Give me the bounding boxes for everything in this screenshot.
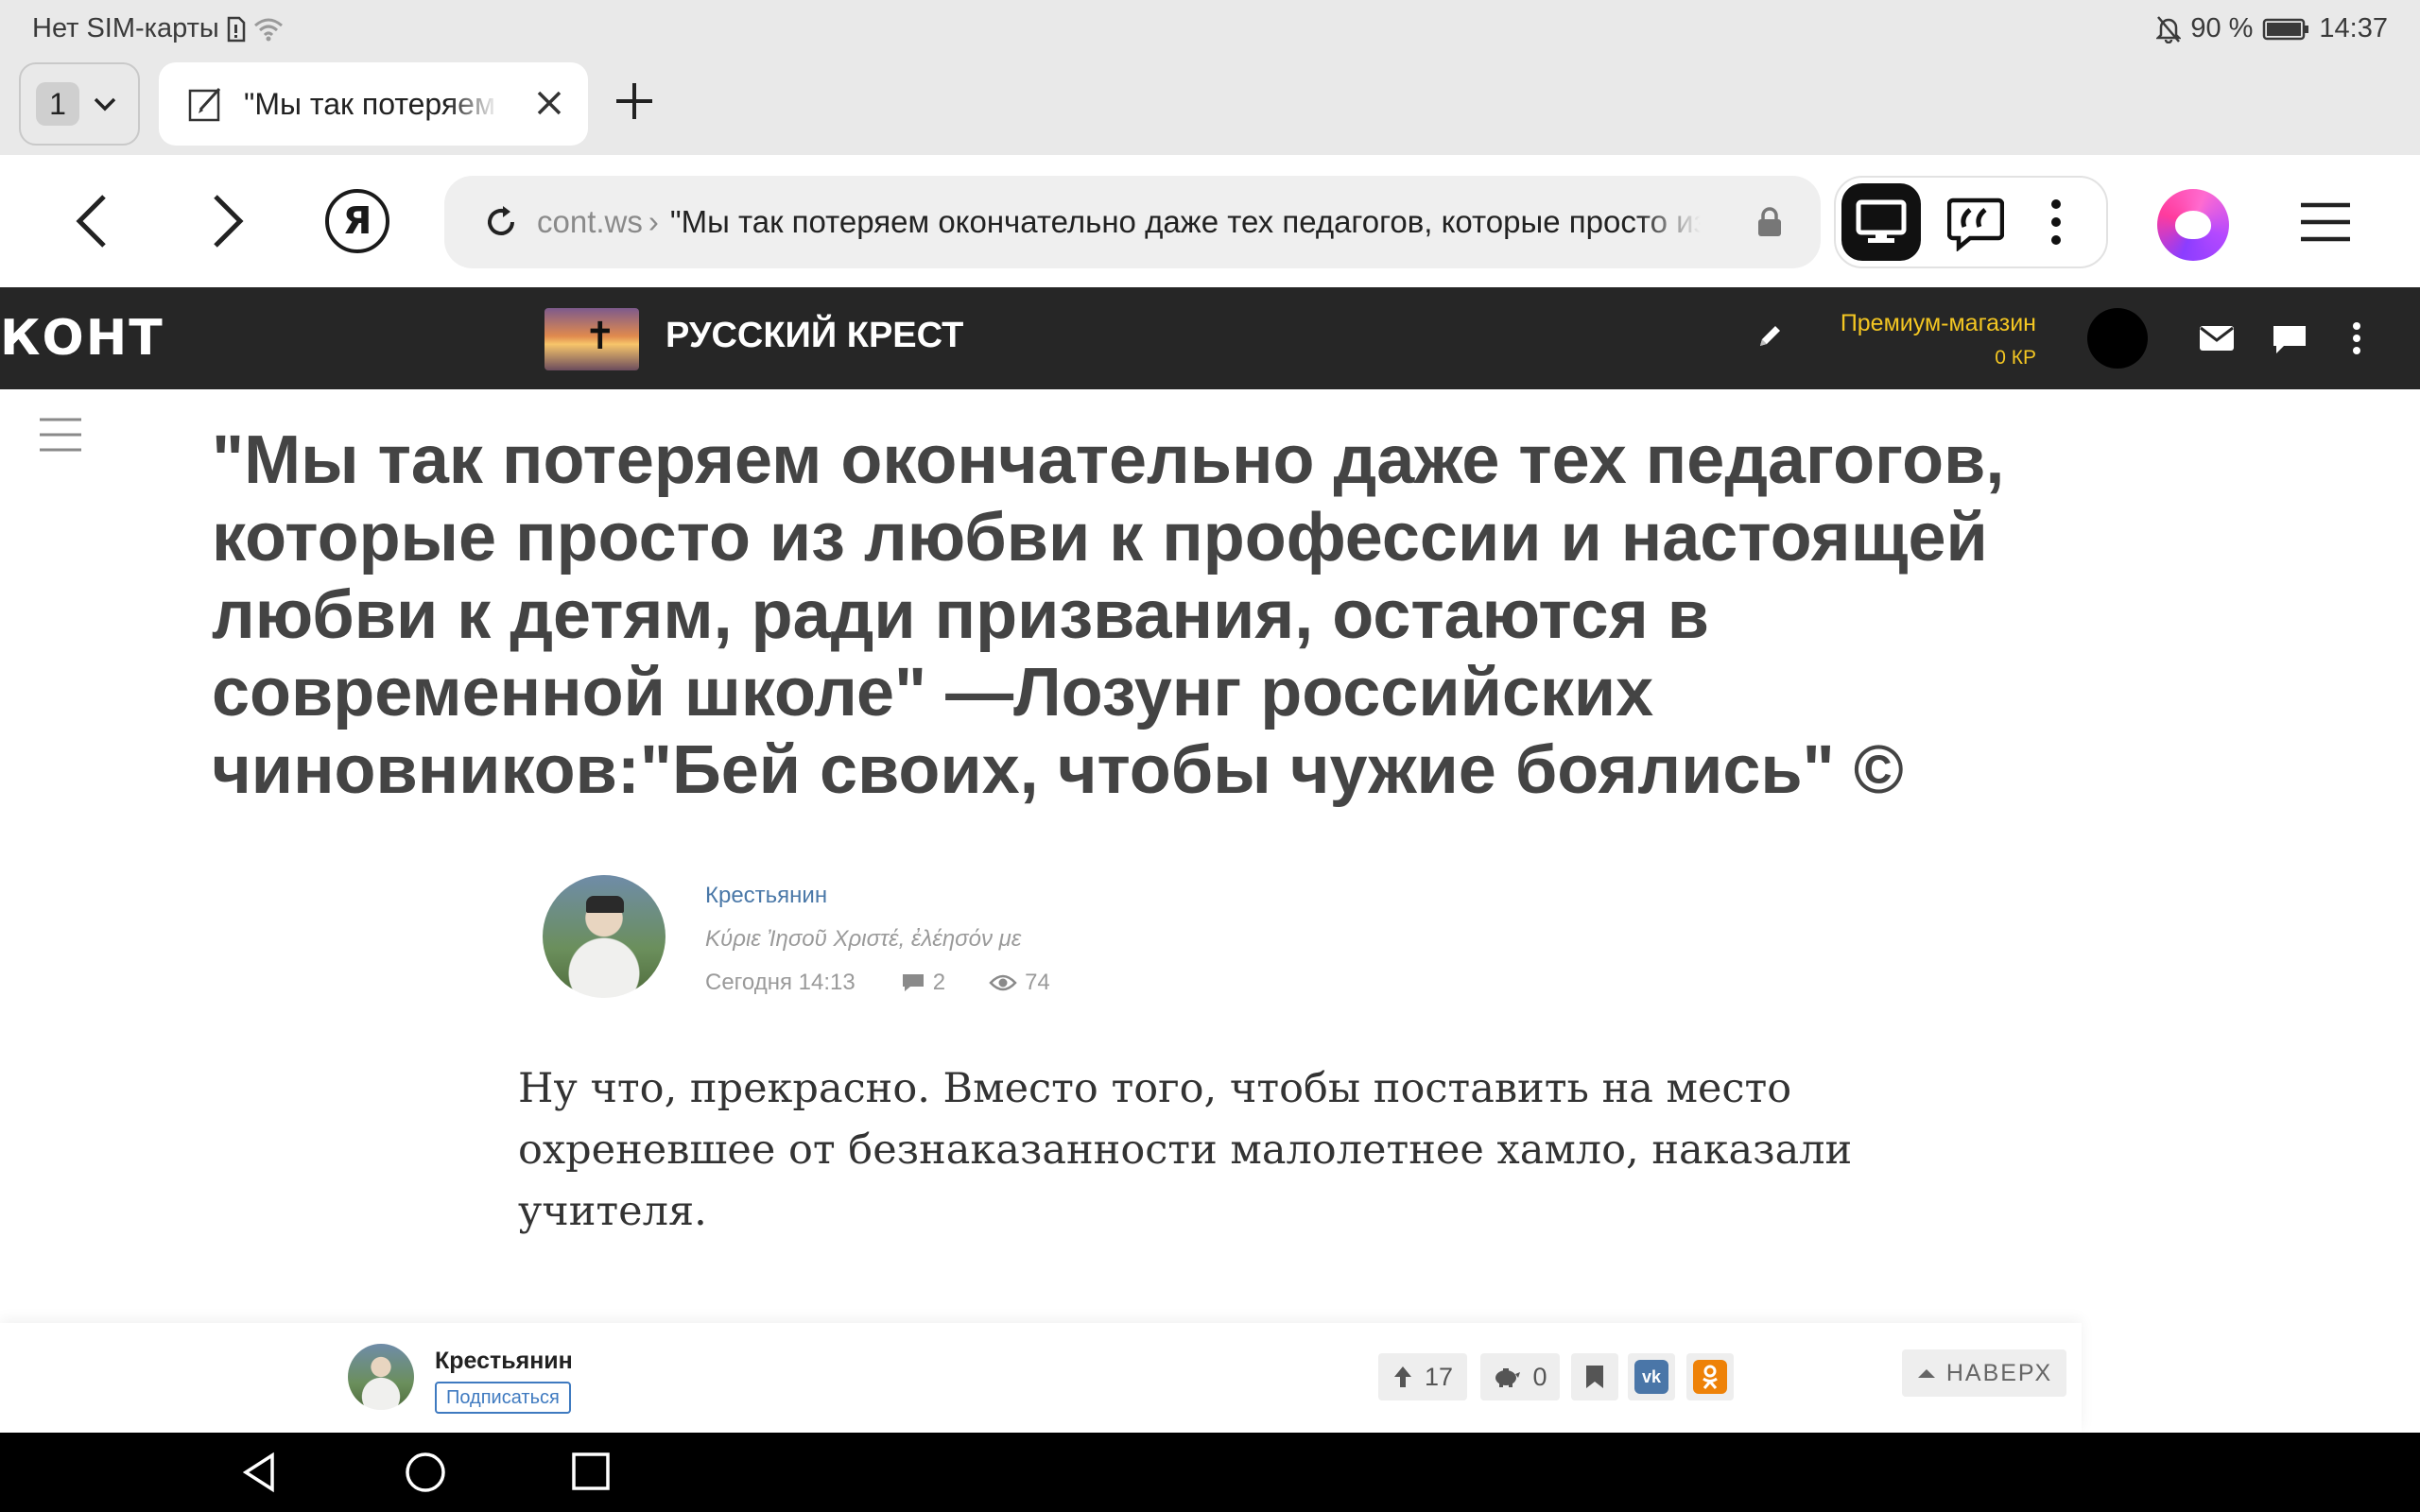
desktop-icon (1855, 198, 1908, 246)
tab-switcher-button[interactable]: 1 (19, 62, 140, 146)
sidebar-menu-button[interactable] (40, 418, 81, 452)
publish-date: Сегодня 14:13 (705, 970, 856, 995)
wifi-icon (253, 17, 284, 42)
mute-icon (2156, 15, 2182, 43)
donate-count: 0 (1532, 1362, 1547, 1391)
site-header: КОНТ ✝ РУССКИЙ КРЕСТ Премиум-магазин 0 К… (0, 287, 2420, 389)
mail-icon[interactable] (2199, 325, 2235, 352)
vk-icon: vk (1634, 1360, 1668, 1394)
nav-home-icon (405, 1452, 446, 1493)
pencil-icon[interactable] (1756, 321, 1785, 350)
site-logo[interactable]: КОНТ (0, 310, 164, 367)
arrow-up-icon (1392, 1365, 1413, 1389)
battery-icon (2262, 17, 2309, 42)
comments-count-link[interactable]: 2 (901, 970, 945, 996)
carrier-text: Нет SIM-карты (32, 13, 219, 43)
back-button[interactable] (70, 191, 115, 251)
nav-back-icon (240, 1452, 278, 1493)
comment-icon (901, 972, 925, 993)
alice-icon (2175, 211, 2211, 239)
more-vert-icon[interactable] (2352, 321, 2361, 355)
views-count-info: 74 (989, 970, 1050, 996)
new-tab-button[interactable] (613, 79, 656, 123)
blog-thumbnail[interactable]: ✝ (544, 308, 639, 370)
back-arrow-icon (70, 191, 115, 251)
menu-icon (2299, 202, 2352, 242)
article-footer-bar: Крестьянин Подписаться 17 0 vk НАВЕРХ (0, 1323, 2082, 1433)
tab-strip: 1 "Мы так потеряем окончательно даже тех… (0, 59, 2420, 155)
nav-home-button[interactable] (405, 1452, 446, 1493)
menu-icon (40, 418, 81, 452)
system-navigation-bar (0, 1433, 2420, 1512)
article-icon (187, 85, 225, 123)
address-bar[interactable]: cont.ws › "Мы так потеряем окончательно … (444, 176, 1821, 268)
alice-assistant-button[interactable] (2157, 189, 2229, 261)
author-motto: Κύριε Ἰησοῦ Χριστέ, ἐλέησόν με (705, 926, 1022, 952)
cross-icon: ✝ (584, 315, 616, 358)
tab-title: "Мы так потеряем окончательно даже тех п… (244, 86, 499, 121)
url-page-title: "Мы так потеряем окончательно даже тех п… (669, 204, 1701, 239)
views-count: 74 (1025, 970, 1050, 995)
premium-shop-label: Премиум-магазин (1840, 310, 2036, 336)
chat-icon[interactable] (2271, 323, 2308, 357)
arrow-up-icon (1916, 1366, 1937, 1380)
close-icon[interactable] (535, 89, 563, 117)
tab-count: 1 (36, 82, 79, 126)
back-to-top-label: НАВЕРХ (1945, 1359, 2053, 1386)
lock-icon[interactable] (1754, 206, 1785, 238)
url-domain: cont.ws (537, 204, 643, 239)
reload-icon[interactable] (482, 203, 520, 241)
back-to-top-button[interactable]: НАВЕРХ (1902, 1349, 2066, 1397)
reader-quote-button[interactable] (1947, 195, 2004, 251)
upvote-button[interactable]: 17 (1378, 1353, 1467, 1400)
article-title: "Мы так потеряем окончательно даже тех п… (212, 422, 2005, 808)
yandex-icon: Я (342, 199, 372, 243)
donate-button[interactable]: 0 (1480, 1353, 1560, 1400)
yandex-home-button[interactable]: Я (325, 189, 389, 253)
more-options-button[interactable] (2049, 198, 2063, 246)
tab-active[interactable]: "Мы так потеряем окончательно даже тех п… (159, 62, 588, 146)
quote-icon (1947, 195, 2004, 251)
more-vert-icon (2049, 198, 2063, 246)
piggy-bank-icon (1493, 1366, 1521, 1388)
footer-author-name[interactable]: Крестьянин (435, 1348, 573, 1375)
author-avatar-hat (586, 896, 624, 913)
sim-icon (227, 16, 246, 43)
toolbar-actions (1834, 176, 2108, 268)
forward-button[interactable] (204, 191, 250, 251)
bookmark-icon (1584, 1364, 1605, 1390)
battery-percent: 90 % (2190, 13, 2254, 43)
upvote-count: 17 (1424, 1362, 1454, 1391)
status-right: 90 % 14:37 (2156, 13, 2388, 44)
share-ok-button[interactable] (1686, 1353, 1734, 1400)
ok-icon (1693, 1360, 1727, 1394)
author-name[interactable]: Крестьянин (705, 883, 827, 909)
subscribe-button[interactable]: Подписаться (435, 1382, 571, 1414)
premium-balance: 0 КР (1995, 347, 2036, 369)
nav-back-button[interactable] (240, 1452, 278, 1493)
status-bar: Нет SIM-карты 90 % 14:37 (0, 0, 2420, 59)
chevron-down-icon (93, 96, 117, 112)
article-body: Ну что, прекрасно. Вместо того, чтобы по… (518, 1065, 1853, 1235)
user-avatar[interactable] (2087, 308, 2148, 369)
desktop-mode-button[interactable] (1841, 183, 1921, 261)
comments-count: 2 (932, 970, 946, 995)
article-meta: Сегодня 14:13 2 74 (705, 970, 1094, 996)
share-vk-button[interactable]: vk (1628, 1353, 1675, 1400)
nav-recents-icon (571, 1452, 611, 1491)
forward-arrow-icon (204, 191, 250, 251)
url-separator: › (648, 204, 659, 239)
status-left: Нет SIM-карты (32, 13, 284, 44)
author-avatar[interactable] (543, 875, 666, 998)
premium-shop-link[interactable]: Премиум-магазин 0 КР (1841, 310, 2036, 369)
browser-menu-button[interactable] (2299, 202, 2352, 242)
plus-icon (613, 79, 656, 123)
footer-author-avatar[interactable] (348, 1344, 414, 1410)
blog-name[interactable]: РУССКИЙ КРЕСТ (666, 316, 963, 356)
eye-icon (989, 973, 1017, 992)
browser-toolbar: Я cont.ws › "Мы так потеряем окончательн… (0, 155, 2420, 287)
nav-recents-button[interactable] (571, 1452, 611, 1491)
clock: 14:37 (2319, 13, 2388, 43)
bookmark-button[interactable] (1571, 1353, 1618, 1400)
